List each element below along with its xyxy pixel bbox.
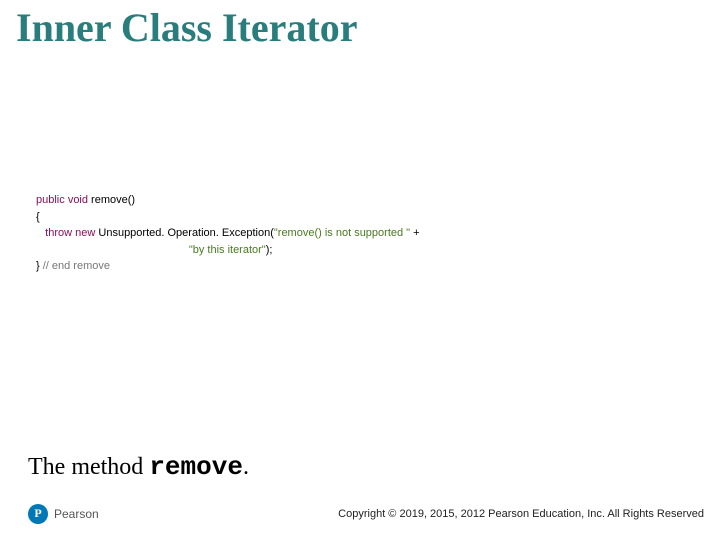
code-text: Unsupported. Operation. Exception( bbox=[95, 227, 274, 239]
brand: Pearson bbox=[28, 504, 99, 524]
code-text: ); bbox=[266, 244, 273, 256]
caption-suffix: . bbox=[243, 454, 249, 480]
keyword-void: void bbox=[68, 194, 88, 206]
keyword-public: public bbox=[36, 194, 65, 206]
code-text: + bbox=[410, 227, 419, 239]
copyright-text: Copyright © 2019, 2015, 2012 Pearson Edu… bbox=[338, 508, 704, 520]
footer: Pearson Copyright © 2019, 2015, 2012 Pea… bbox=[28, 504, 704, 524]
code-text: { bbox=[36, 211, 40, 223]
brand-name: Pearson bbox=[54, 507, 99, 521]
caption: The method remove. bbox=[28, 452, 249, 482]
caption-prefix: The method bbox=[28, 454, 149, 480]
code-text bbox=[36, 227, 45, 239]
code-text: } bbox=[36, 260, 43, 272]
caption-method-name: remove bbox=[149, 452, 243, 482]
keyword-new: new bbox=[75, 227, 95, 239]
code-text bbox=[36, 244, 189, 256]
string-literal: "remove() is not supported " bbox=[274, 227, 410, 239]
pearson-logo-icon bbox=[28, 504, 48, 524]
slide-title: Inner Class Iterator bbox=[16, 4, 357, 51]
code-block: public void remove() { throw new Unsuppo… bbox=[36, 192, 684, 275]
slide: Inner Class Iterator public void remove(… bbox=[0, 0, 720, 540]
code-comment: // end remove bbox=[43, 260, 110, 272]
string-literal: "by this iterator" bbox=[189, 244, 266, 256]
code-text: remove() bbox=[88, 194, 135, 206]
keyword-throw: throw bbox=[45, 227, 72, 239]
